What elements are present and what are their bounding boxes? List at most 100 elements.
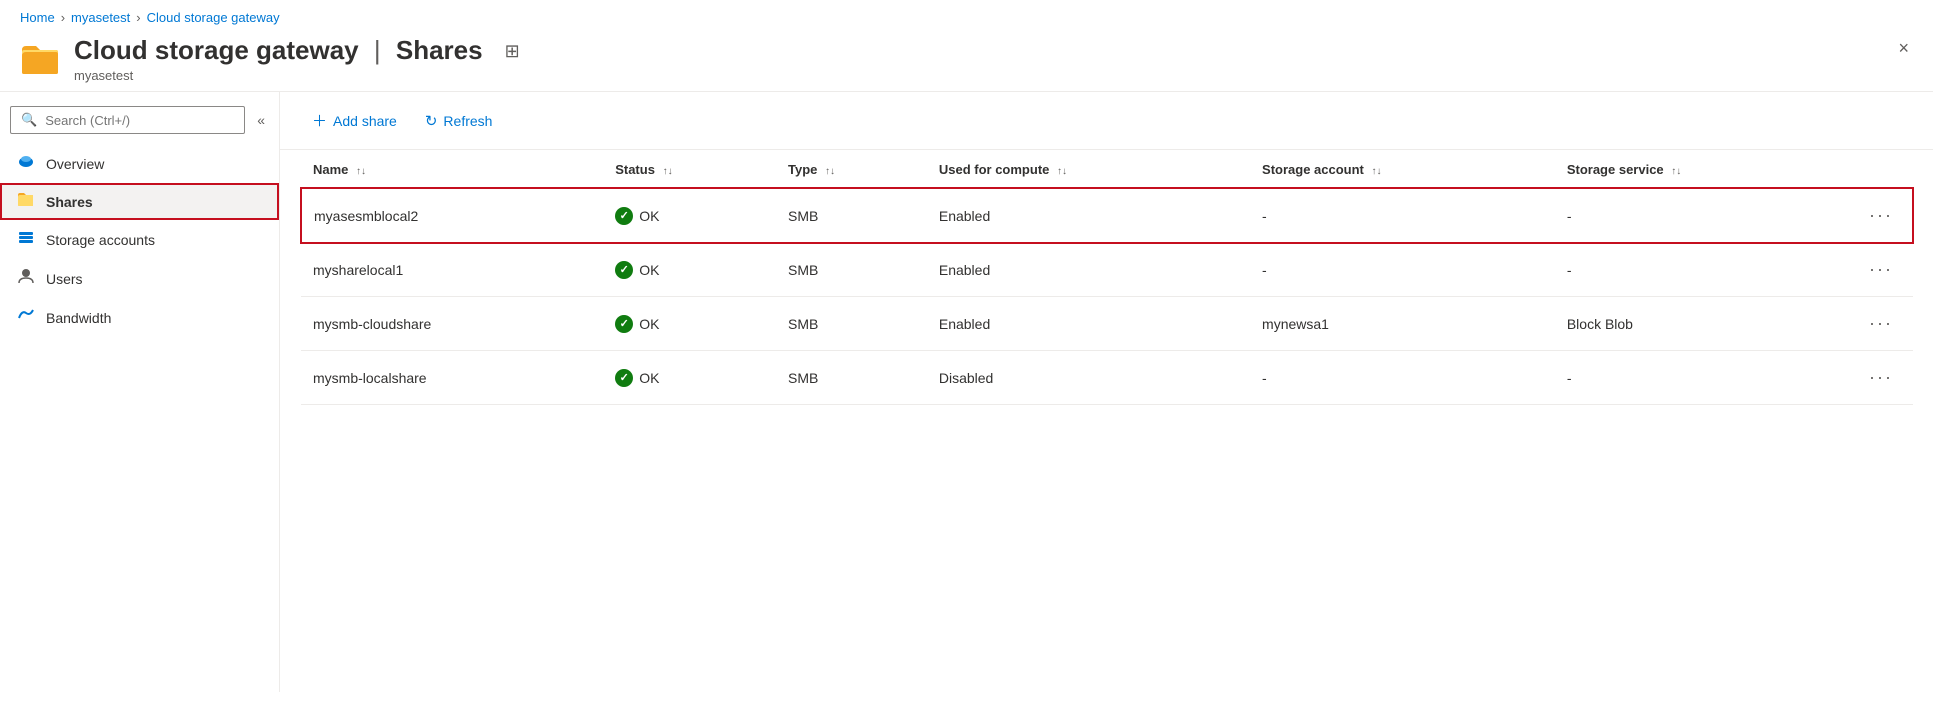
sort-service-icon: ↑↓ [1671, 166, 1681, 177]
storage-accounts-nav-icon [16, 228, 36, 251]
sort-type-icon: ↑↓ [825, 166, 835, 177]
cell-name: mysharelocal1 [301, 243, 603, 297]
col-type[interactable]: Type ↑↓ [776, 150, 927, 188]
shares-table-container: Name ↑↓ Status ↑↓ Type ↑↓ Used for com [280, 150, 1933, 405]
table-row[interactable]: mysmb-localshareOKSMBDisabled--··· [301, 351, 1913, 405]
shares-nav-icon [16, 191, 36, 212]
breadcrumb-myasetest[interactable]: myasetest [71, 10, 130, 25]
table-row[interactable]: mysharelocal1OKSMBEnabled--··· [301, 243, 1913, 297]
breadcrumb-home[interactable]: Home [20, 10, 55, 25]
cell-used-for-compute: Enabled [927, 243, 1250, 297]
row-more-actions-button[interactable]: ··· [1861, 201, 1901, 230]
cell-used-for-compute: Disabled [927, 351, 1250, 405]
overview-nav-icon [16, 152, 36, 175]
status-ok-icon [615, 261, 633, 279]
add-icon: ＋ [312, 110, 327, 131]
col-actions [1849, 150, 1913, 188]
sidebar-item-bandwidth[interactable]: Bandwidth [0, 298, 279, 337]
header-subtitle: myasetest [74, 68, 483, 83]
pin-icon[interactable]: ⊞ [505, 41, 520, 62]
cell-status: OK [603, 351, 776, 405]
sidebar-item-shares[interactable]: Shares [0, 183, 279, 220]
cell-type: SMB [776, 297, 927, 351]
status-text: OK [639, 208, 659, 224]
cell-type: SMB [776, 351, 927, 405]
col-storage-account[interactable]: Storage account ↑↓ [1250, 150, 1555, 188]
cell-actions: ··· [1849, 188, 1913, 243]
row-more-actions-button[interactable]: ··· [1861, 309, 1901, 338]
bandwidth-nav-icon [16, 306, 36, 329]
cell-storage-service: - [1555, 188, 1849, 243]
sidebar-item-label-shares: Shares [46, 194, 93, 210]
cell-used-for-compute: Enabled [927, 188, 1250, 243]
table-body: myasesmblocal2OKSMBEnabled--···mysharelo… [301, 188, 1913, 405]
sort-account-icon: ↑↓ [1372, 166, 1382, 177]
cell-name: mysmb-localshare [301, 351, 603, 405]
cell-status: OK [603, 297, 776, 351]
toolbar: ＋ Add share ↻ Refresh [280, 92, 1933, 150]
cell-storage-service: Block Blob [1555, 297, 1849, 351]
title-divider: | [374, 35, 381, 65]
cell-storage-service: - [1555, 243, 1849, 297]
cell-storage-service: - [1555, 351, 1849, 405]
status-ok-icon [615, 207, 633, 225]
col-name[interactable]: Name ↑↓ [301, 150, 603, 188]
search-input[interactable] [45, 113, 234, 128]
col-storage-service[interactable]: Storage service ↑↓ [1555, 150, 1849, 188]
main-content: ＋ Add share ↻ Refresh Name ↑↓ S [280, 92, 1933, 692]
sidebar: 🔍 « Overview Shares Storage accounts Users B… [0, 92, 280, 692]
status-ok-icon [615, 315, 633, 333]
breadcrumb-current[interactable]: Cloud storage gateway [147, 10, 280, 25]
sidebar-item-users[interactable]: Users [0, 259, 279, 298]
users-nav-icon [16, 267, 36, 290]
refresh-icon: ↻ [425, 112, 438, 130]
row-more-actions-button[interactable]: ··· [1861, 255, 1901, 284]
search-icon: 🔍 [21, 112, 37, 128]
sidebar-item-label-storage-accounts: Storage accounts [46, 232, 155, 248]
cell-actions: ··· [1849, 297, 1913, 351]
cell-storage-account: - [1250, 243, 1555, 297]
shares-table: Name ↑↓ Status ↑↓ Type ↑↓ Used for com [300, 150, 1913, 405]
status-text: OK [639, 262, 659, 278]
cell-actions: ··· [1849, 243, 1913, 297]
search-row: 🔍 « [0, 102, 279, 144]
main-layout: 🔍 « Overview Shares Storage accounts Users B… [0, 91, 1933, 692]
table-header-row: Name ↑↓ Status ↑↓ Type ↑↓ Used for com [301, 150, 1913, 188]
table-row[interactable]: myasesmblocal2OKSMBEnabled--··· [301, 188, 1913, 243]
breadcrumb-sep2: › [136, 10, 140, 25]
sidebar-item-storage-accounts[interactable]: Storage accounts [0, 220, 279, 259]
sidebar-item-overview[interactable]: Overview [0, 144, 279, 183]
cell-status: OK [603, 243, 776, 297]
status-ok-icon [615, 369, 633, 387]
row-more-actions-button[interactable]: ··· [1861, 363, 1901, 392]
refresh-button[interactable]: ↻ Refresh [413, 106, 505, 136]
cell-used-for-compute: Enabled [927, 297, 1250, 351]
sort-compute-icon: ↑↓ [1057, 166, 1067, 177]
status-text: OK [639, 316, 659, 332]
col-used-for-compute[interactable]: Used for compute ↑↓ [927, 150, 1250, 188]
cell-type: SMB [776, 188, 927, 243]
breadcrumb: Home › myasetest › Cloud storage gateway [0, 0, 1933, 31]
collapse-sidebar-button[interactable]: « [251, 108, 271, 132]
folder-icon [20, 41, 60, 77]
table-row[interactable]: mysmb-cloudshareOKSMBEnabledmynewsa1Bloc… [301, 297, 1913, 351]
page-header: Cloud storage gateway | Shares myasetest… [0, 31, 1933, 91]
col-status[interactable]: Status ↑↓ [603, 150, 776, 188]
add-share-label: Add share [333, 113, 397, 129]
page-title: Cloud storage gateway | Shares [74, 35, 483, 66]
cell-storage-account: - [1250, 188, 1555, 243]
sidebar-item-label-overview: Overview [46, 156, 104, 172]
sidebar-item-label-bandwidth: Bandwidth [46, 310, 111, 326]
cell-type: SMB [776, 243, 927, 297]
nav-items: Overview Shares Storage accounts Users Bandw… [0, 144, 279, 337]
cell-storage-account: - [1250, 351, 1555, 405]
close-button[interactable]: × [1894, 35, 1913, 61]
breadcrumb-sep1: › [61, 10, 65, 25]
header-title-block: Cloud storage gateway | Shares myasetest [74, 35, 483, 83]
sidebar-item-label-users: Users [46, 271, 83, 287]
add-share-button[interactable]: ＋ Add share [300, 104, 409, 137]
cell-status: OK [603, 188, 776, 243]
search-box[interactable]: 🔍 [10, 106, 245, 134]
status-text: OK [639, 370, 659, 386]
sort-status-icon: ↑↓ [663, 166, 673, 177]
